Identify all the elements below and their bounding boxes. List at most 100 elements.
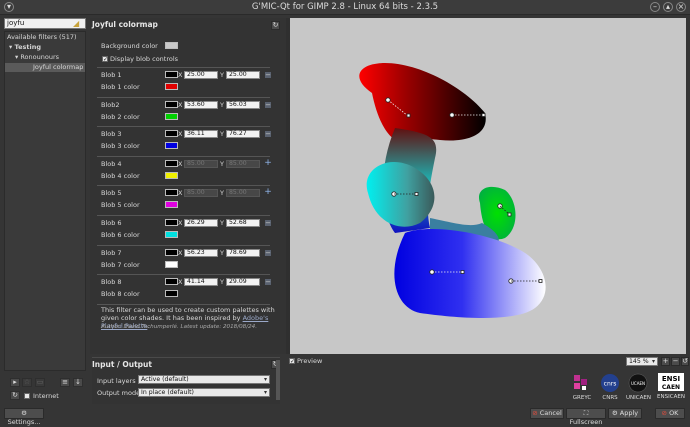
blob-color-swatch[interactable]: [165, 172, 178, 179]
preview-label: Preview: [297, 357, 323, 365]
blob-y-input[interactable]: 85.00: [226, 160, 260, 168]
rename-icon[interactable]: ▭: [35, 378, 45, 387]
preview-checkbox[interactable]: ✓: [289, 358, 295, 365]
blob-position-swatch[interactable]: [165, 160, 178, 167]
cnrs-logo: cnrs CNRS: [598, 373, 622, 401]
cancel-button[interactable]: ⊘ Cancel: [530, 408, 564, 419]
close-icon[interactable]: ×: [676, 2, 686, 12]
maximize-icon[interactable]: ▴: [663, 2, 673, 12]
blob-separator: [97, 245, 270, 246]
blob-y-input[interactable]: 76.27: [226, 130, 260, 138]
add-blob-icon[interactable]: +: [264, 159, 272, 168]
blob-color-swatch[interactable]: [165, 113, 178, 120]
internet-label: Internet: [33, 392, 59, 400]
cancel-icon: ⊘: [532, 409, 538, 417]
blob-position-swatch[interactable]: [165, 71, 178, 78]
filter-tree[interactable]: Available filters (517) ▾ Testing ▾ Rono…: [4, 31, 86, 371]
blob-position-swatch[interactable]: [165, 130, 178, 137]
refresh-icon[interactable]: ↻: [10, 391, 20, 400]
blob-color-swatch[interactable]: [165, 290, 178, 297]
blob-y-input[interactable]: 56.03: [226, 101, 260, 109]
blob-label: Blob 3: [101, 130, 122, 138]
svg-text:cnrs: cnrs: [604, 381, 617, 388]
zoom-in-icon[interactable]: +: [661, 357, 670, 366]
blob-x-input[interactable]: 25.00: [184, 71, 218, 79]
display-blob-controls-checkbox[interactable]: ✓: [102, 56, 108, 63]
blob-color-swatch[interactable]: [165, 231, 178, 238]
internet-checkbox[interactable]: [24, 393, 30, 399]
remove-blob-icon[interactable]: −: [264, 101, 272, 109]
favorite-icon[interactable]: ☆: [22, 378, 32, 387]
greyc-logo-text: GREYC: [572, 395, 592, 401]
blob-separator: [97, 215, 270, 216]
zoom-reset-icon[interactable]: ↺: [681, 357, 689, 366]
remove-blob-icon[interactable]: −: [264, 71, 272, 79]
apply-icon: ⚙: [611, 409, 618, 417]
display-blob-controls-label: Display blob controls: [110, 55, 179, 63]
blob-label: Blob 7: [101, 249, 122, 257]
x-label: X: [178, 219, 183, 227]
ok-button[interactable]: ⊘ OK: [655, 408, 685, 419]
remove-blob-icon[interactable]: −: [264, 249, 272, 257]
blob-x-input[interactable]: 85.00: [184, 160, 218, 168]
blob-color-swatch[interactable]: [165, 201, 178, 208]
blob-y-input[interactable]: 52.68: [226, 219, 260, 227]
blob-x-input[interactable]: 53.60: [184, 101, 218, 109]
blob-color-swatch[interactable]: [165, 83, 178, 90]
remove-blob-icon[interactable]: −: [264, 278, 272, 286]
blob-color-swatch[interactable]: [165, 142, 178, 149]
ok-label: OK: [669, 409, 679, 417]
title-bar: ▾ G'MIC-Qt for GIMP 2.8 - Linux 64 bits …: [0, 0, 690, 15]
blob-y-input[interactable]: 29.09: [226, 278, 260, 286]
output-mode-select[interactable]: In place (default): [138, 388, 270, 397]
list-icon[interactable]: ≡: [60, 378, 70, 387]
blob-y-input[interactable]: 25.00: [226, 71, 260, 79]
reset-parameters-icon[interactable]: ↻: [271, 21, 280, 30]
blob-color-label: Blob 3 color: [101, 142, 140, 150]
blob-position-swatch[interactable]: [165, 278, 178, 285]
blob-x-input[interactable]: 85.00: [184, 189, 218, 197]
y-label: Y: [220, 189, 224, 197]
blob-x-input[interactable]: 41.14: [184, 278, 218, 286]
x-label: X: [178, 130, 183, 138]
remove-blob-icon[interactable]: −: [264, 130, 272, 138]
fullscreen-button[interactable]: ⛶ Fullscreen: [566, 408, 606, 426]
blob-y-input[interactable]: 85.00: [226, 189, 260, 197]
blob-x-input[interactable]: 56.23: [184, 249, 218, 257]
x-label: X: [178, 249, 183, 257]
preview-area[interactable]: [290, 18, 686, 354]
add-blob-icon[interactable]: +: [264, 188, 272, 197]
preview-image[interactable]: [290, 18, 686, 354]
io-scrollbar[interactable]: [276, 360, 280, 400]
tree-folder-testing[interactable]: ▾ Testing: [9, 43, 89, 52]
blob-position-swatch[interactable]: [165, 101, 178, 108]
blob-label: Blob 8: [101, 278, 122, 286]
download-icon[interactable]: ↓: [73, 378, 83, 387]
background-color-swatch[interactable]: [165, 42, 178, 49]
blob-y-input[interactable]: 78.69: [226, 249, 260, 257]
blob-separator: [97, 67, 270, 68]
minimize-icon[interactable]: –: [650, 2, 660, 12]
expand-all-icon[interactable]: ▸: [10, 378, 20, 387]
tree-item-joyful-colormap[interactable]: Joyful colormap: [5, 63, 85, 72]
blob-position-swatch[interactable]: [165, 219, 178, 226]
blob-x-input[interactable]: 26.29: [184, 219, 218, 227]
blob-position-swatch[interactable]: [165, 249, 178, 256]
apply-button[interactable]: ⚙ Apply: [608, 408, 642, 419]
zoom-out-icon[interactable]: −: [671, 357, 680, 366]
settings-button[interactable]: ⚙ Settings...: [4, 408, 44, 426]
blob-label: Blob 5: [101, 189, 122, 197]
apply-label: Apply: [619, 409, 639, 417]
blob-color-label: Blob 5 color: [101, 201, 140, 209]
blob-color-label: Blob 8 color: [101, 290, 140, 298]
remove-blob-icon[interactable]: −: [264, 219, 272, 227]
clear-search-icon[interactable]: ◢: [73, 19, 83, 28]
tree-folder-ronounours[interactable]: ▾ Ronounours: [15, 53, 95, 62]
input-layers-select[interactable]: Active (default): [138, 375, 270, 384]
zoom-select[interactable]: 145 %: [626, 357, 658, 366]
blob-color-swatch[interactable]: [165, 261, 178, 268]
blob-x-input[interactable]: 36.11: [184, 130, 218, 138]
x-label: X: [178, 101, 183, 109]
svg-text:CAEN: CAEN: [662, 384, 680, 391]
blob-position-swatch[interactable]: [165, 189, 178, 196]
